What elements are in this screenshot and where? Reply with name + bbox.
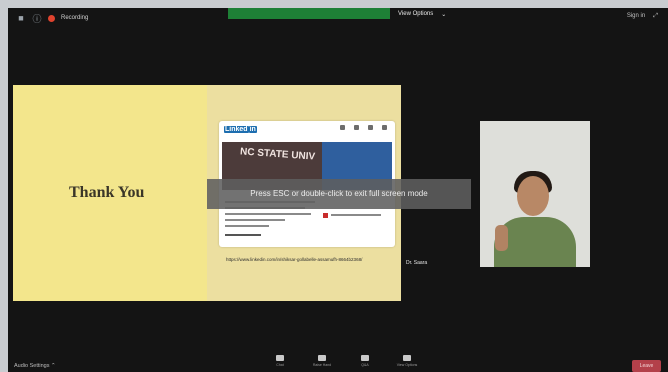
home-icon: [340, 125, 345, 130]
recording-label: Recording: [61, 15, 89, 21]
linkedin-nav-icons: [340, 125, 387, 130]
view-options-label: View Options: [398, 11, 434, 17]
fullscreen-toast-text: Press ESC or double-click to exit full s…: [250, 189, 428, 198]
participant-face: [517, 176, 549, 216]
thank-you-title: Thank You: [69, 184, 145, 201]
linkedin-logo: Linked in: [224, 126, 257, 133]
university-logo: [323, 213, 328, 218]
linkedin-url: https://www.linkedin.com/in/shiksar-goll…: [226, 257, 363, 262]
raise-hand-button[interactable]: Raise Hand: [310, 355, 334, 371]
jobs-icon: [368, 125, 373, 130]
recording-icon: [48, 14, 55, 22]
top-bar-left: ■ ⓘ Recording: [16, 13, 89, 24]
participant-name: Dr. Saara: [406, 260, 428, 266]
shield-icon[interactable]: ■: [16, 13, 26, 23]
view-icon: [403, 355, 411, 361]
bottom-toolbar: Audio Settings ⌃ Chat Raise Hand Q&A Vie…: [8, 352, 668, 372]
audio-settings-button[interactable]: Audio Settings ⌃: [14, 363, 56, 369]
messaging-icon: [382, 125, 387, 130]
chevron-down-icon: ⌄: [441, 12, 447, 18]
top-bar: ■ ⓘ Recording View Options ⌄ Sign in ⤢: [8, 8, 668, 28]
view-options-menu[interactable]: View Options ⌄: [398, 11, 446, 18]
view-options-button[interactable]: View Options: [395, 355, 419, 371]
hand-icon: [318, 355, 326, 361]
screen-share-banner: [228, 8, 390, 19]
profile-text-line: [225, 234, 261, 236]
chat-button[interactable]: Chat: [268, 355, 292, 371]
qa-button[interactable]: Q&A: [353, 355, 377, 371]
banner-text: NC STATE UNIV: [239, 146, 316, 163]
profile-text-line: [225, 213, 311, 215]
chat-icon: [276, 355, 284, 361]
qa-icon: [361, 355, 369, 361]
participant-video[interactable]: [480, 121, 590, 267]
top-bar-right: Sign in ⤢: [627, 13, 658, 20]
expand-icon[interactable]: ⤢: [653, 13, 658, 20]
participant-hand: [495, 225, 508, 251]
meeting-window: ■ ⓘ Recording View Options ⌄ Sign in ⤢ T…: [8, 8, 668, 372]
leave-button[interactable]: Leave: [632, 360, 661, 372]
fullscreen-toast: Press ESC or double-click to exit full s…: [207, 179, 471, 209]
info-icon[interactable]: ⓘ: [32, 13, 42, 24]
profile-text-line: [225, 219, 285, 221]
university-text-line: [331, 214, 381, 216]
network-icon: [354, 125, 359, 130]
sign-in-link[interactable]: Sign in: [627, 13, 645, 20]
profile-text-line: [225, 225, 269, 227]
